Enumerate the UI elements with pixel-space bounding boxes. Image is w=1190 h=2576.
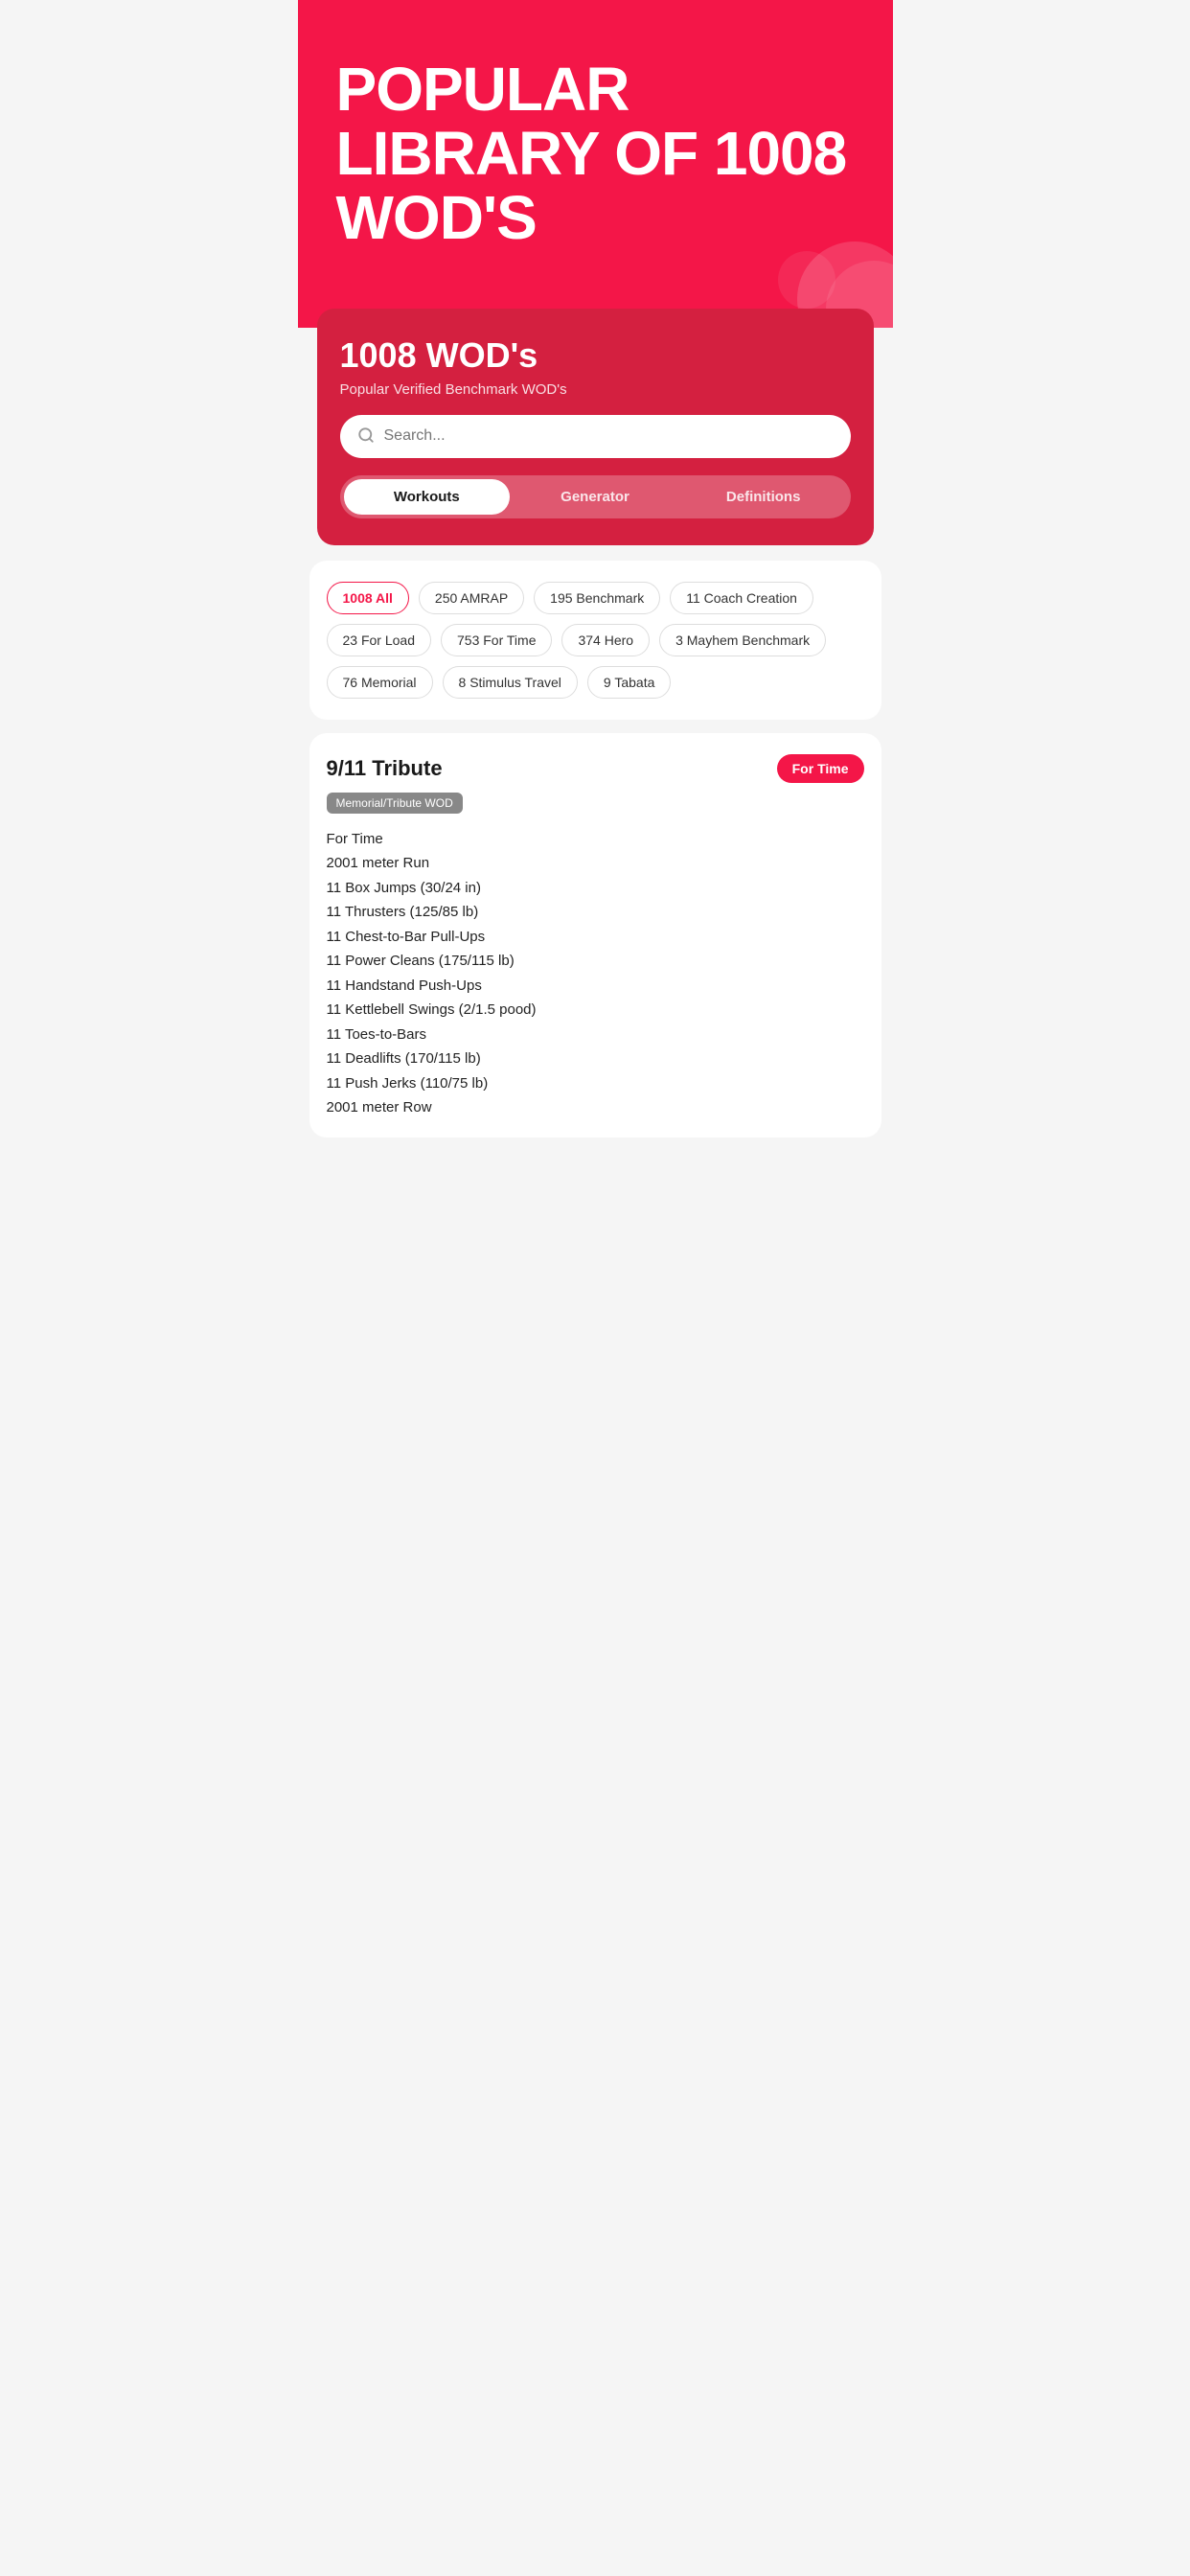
filter-chip-for-time[interactable]: 753 For Time (441, 624, 552, 656)
workout-type-badge: For Time (777, 754, 864, 783)
filter-chip-for-load[interactable]: 23 For Load (327, 624, 432, 656)
workout-line: 2001 meter Run (327, 851, 864, 876)
filter-chips-container: 1008 All 250 AMRAP 195 Benchmark 11 Coac… (327, 582, 864, 699)
workout-line: 2001 meter Row (327, 1095, 864, 1120)
hero-section: POPULAR LIBRARY OF 1008 WOD'S (298, 0, 893, 328)
workout-line: 11 Thrusters (125/85 lb) (327, 900, 864, 925)
filter-chip-coach-creation[interactable]: 11 Coach Creation (670, 582, 813, 614)
hero-title: POPULAR LIBRARY OF 1008 WOD'S (336, 58, 855, 251)
workout-description: For Time2001 meter Run11 Box Jumps (30/2… (327, 827, 864, 1120)
workout-line: 11 Kettlebell Swings (2/1.5 pood) (327, 998, 864, 1023)
card-title: 1008 WOD's (340, 335, 851, 376)
card-subtitle: Popular Verified Benchmark WOD's (340, 381, 851, 398)
workout-card: 9/11 Tribute For Time Memorial/Tribute W… (309, 733, 881, 1138)
workout-line: 11 Deadlifts (170/115 lb) (327, 1046, 864, 1071)
workout-header: 9/11 Tribute For Time (327, 754, 864, 783)
filter-card: 1008 All 250 AMRAP 195 Benchmark 11 Coac… (309, 561, 881, 720)
search-icon (357, 426, 375, 447)
tab-workouts[interactable]: Workouts (344, 479, 511, 515)
filter-chip-mayhem[interactable]: 3 Mayhem Benchmark (659, 624, 826, 656)
filter-chip-benchmark[interactable]: 195 Benchmark (534, 582, 660, 614)
filter-chip-tabata[interactable]: 9 Tabata (587, 666, 671, 699)
tab-generator[interactable]: Generator (512, 479, 678, 515)
workout-line: 11 Toes-to-Bars (327, 1023, 864, 1047)
main-card: 1008 WOD's Popular Verified Benchmark WO… (317, 309, 874, 545)
tab-definitions[interactable]: Definitions (680, 479, 847, 515)
workout-line: 11 Push Jerks (110/75 lb) (327, 1071, 864, 1096)
workout-line: 11 Box Jumps (30/24 in) (327, 876, 864, 901)
workout-line: 11 Chest-to-Bar Pull-Ups (327, 925, 864, 950)
tab-bar: Workouts Generator Definitions (340, 475, 851, 518)
workout-line: 11 Power Cleans (175/115 lb) (327, 949, 864, 974)
workout-tag: Memorial/Tribute WOD (327, 793, 463, 814)
bg-decoration-circle-2 (778, 251, 835, 309)
filter-chip-all[interactable]: 1008 All (327, 582, 409, 614)
filter-chip-amrap[interactable]: 250 AMRAP (419, 582, 524, 614)
search-bar (340, 415, 851, 458)
workout-line: For Time (327, 827, 864, 852)
filter-chip-hero[interactable]: 374 Hero (561, 624, 650, 656)
filter-chip-stimulus[interactable]: 8 Stimulus Travel (443, 666, 578, 699)
workout-title: 9/11 Tribute (327, 756, 443, 781)
search-input[interactable] (384, 427, 834, 445)
workout-line: 11 Handstand Push-Ups (327, 974, 864, 999)
filter-chip-memorial[interactable]: 76 Memorial (327, 666, 433, 699)
